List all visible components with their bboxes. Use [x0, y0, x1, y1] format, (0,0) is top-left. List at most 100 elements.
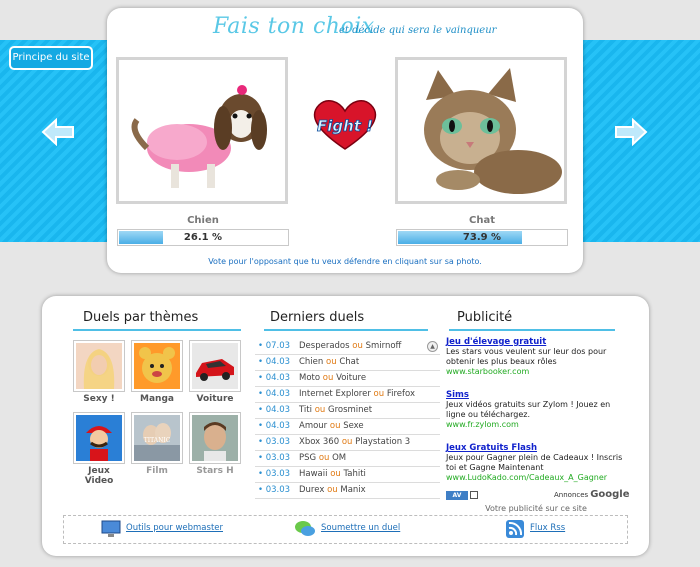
dog-photo[interactable]	[116, 57, 288, 204]
content-panel: Duels par thèmes Derniers duels Publicit…	[42, 296, 649, 556]
duel-option-a: Chien	[299, 357, 324, 367]
duel-separator: ou	[322, 373, 334, 383]
next-arrow-icon[interactable]	[614, 118, 648, 146]
theme-sexy-label: Sexy !	[83, 394, 115, 404]
cat-photo[interactable]	[395, 57, 567, 204]
ads-promo-link[interactable]: Votre publicité sur ce site	[446, 504, 626, 513]
duel-date: • 03.03	[258, 469, 291, 479]
fight-heart-icon: Fight !	[313, 100, 377, 150]
duel-title[interactable]: Amour ou Sexe	[299, 419, 364, 434]
ad-title[interactable]: Jeu d'élevage gratuit	[446, 337, 626, 347]
duel-title[interactable]: Chien ou Chat	[299, 355, 359, 370]
ad-title[interactable]: Jeux Gratuits Flash	[446, 443, 626, 453]
duel-separator: ou	[314, 405, 326, 415]
right-vote-bar: 73.9 %	[396, 229, 568, 246]
ad-body: Les stars vous veulent sur leur dos pour…	[446, 347, 607, 366]
duel-option-b: Chat	[339, 357, 360, 367]
ad-info-icon[interactable]	[470, 491, 478, 499]
duel-row[interactable]: • 04.03 Moto ou Voiture	[255, 371, 440, 387]
submit-duel-link[interactable]: Soumettre un duel	[321, 523, 400, 533]
duel-title[interactable]: PSG ou OM	[299, 451, 346, 466]
duel-option-a: PSG	[299, 453, 317, 463]
duel-separator: ou	[373, 389, 385, 399]
theme-voiture-label: Voiture	[196, 394, 234, 404]
duel-date: • 04.03	[258, 405, 291, 415]
ad-item[interactable]: Jeu d'élevage gratuit Les stars vous veu…	[446, 337, 626, 377]
duel-title[interactable]: Titi ou Grosminet	[299, 403, 372, 418]
duel-separator: ou	[341, 437, 353, 447]
duel-date: • 03.03	[258, 485, 291, 495]
rss-icon	[506, 520, 524, 538]
theme-jeux-video[interactable]: Jeux Video	[73, 412, 125, 486]
principe-button[interactable]: Principe du site	[9, 46, 93, 70]
duel-row[interactable]: • 03.03 Durex ou Manix	[255, 483, 440, 499]
duel-option-a: Titi	[299, 405, 312, 415]
duel-option-b: Firefox	[386, 389, 415, 399]
theme-film[interactable]: TITANIC Film	[131, 412, 183, 476]
theme-stars-h[interactable]: Stars H	[189, 412, 241, 476]
ads-by-google[interactable]: Annonces Google	[554, 489, 630, 500]
duel-date: • 03.03	[258, 437, 291, 447]
duel-date: • 04.03	[258, 389, 291, 399]
duel-title[interactable]: Desperados ou Smirnoff	[299, 339, 401, 354]
ad-item[interactable]: Jeux Gratuits Flash Jeux pour Gagner ple…	[446, 443, 626, 483]
duel-separator: ou	[352, 341, 363, 351]
duel-separator: ou	[327, 485, 338, 495]
duels-heading: Derniers duels	[264, 310, 428, 331]
previous-arrow-icon[interactable]	[41, 118, 75, 146]
rss-feed-link[interactable]: Flux Rss	[530, 523, 565, 533]
duel-row[interactable]: • 03.03 PSG ou OM	[255, 451, 440, 467]
ad-title[interactable]: Sims	[446, 390, 626, 400]
theme-sexy-thumb	[73, 340, 125, 392]
duel-row[interactable]: • 04.03 Internet Explorer ou Firefox	[255, 387, 440, 403]
footer-links: Outils pour webmaster Soumettre un duel …	[63, 515, 628, 544]
duel-date: • 04.03	[258, 373, 291, 383]
ads-heading: Publicité	[449, 310, 615, 331]
theme-manga-label: Manga	[140, 394, 174, 404]
duel-title[interactable]: Durex ou Manix	[299, 483, 366, 498]
duel-title[interactable]: Internet Explorer ou Firefox	[299, 387, 415, 402]
duel-separator: ou	[326, 357, 337, 367]
theme-jeux-video-label: Jeux Video	[84, 466, 114, 486]
ad-url[interactable]: www.LudoKado.com/Cadeaux_A_Gagner	[446, 473, 626, 483]
duel-option-a: Durex	[299, 485, 325, 495]
duel-option-a: Amour	[299, 421, 328, 431]
svg-text:TITANIC: TITANIC	[144, 437, 171, 444]
theme-stars-h-label: Stars H	[196, 466, 234, 476]
duel-option-b: Manix	[340, 485, 366, 495]
duel-separator: ou	[330, 469, 341, 479]
ad-url[interactable]: www.starbooker.com	[446, 367, 626, 377]
theme-voiture[interactable]: Voiture	[189, 340, 241, 404]
duel-title[interactable]: Xbox 360 ou Playstation 3	[299, 435, 410, 450]
duel-title[interactable]: Moto ou Voiture	[299, 371, 366, 386]
dog-image	[119, 60, 285, 201]
duel-row[interactable]: • 04.03 Amour ou Sexe	[255, 419, 440, 435]
duel-date: • 07.03	[258, 341, 291, 351]
theme-sexy[interactable]: Sexy !	[73, 340, 125, 404]
duel-separator: ou	[329, 421, 341, 431]
duel-title[interactable]: Hawaii ou Tahiti	[299, 467, 366, 482]
fight-label: Fight !	[317, 117, 373, 135]
webmaster-tools-link[interactable]: Outils pour webmaster	[126, 523, 223, 533]
duel-row[interactable]: • 03.03 Xbox 360 ou Playstation 3	[255, 435, 440, 451]
ad-body: Jeux pour Gagner plein de Cadeaux ! Insc…	[446, 453, 623, 472]
right-vote-percent: 73.9 %	[462, 232, 502, 243]
duel-separator: ou	[318, 453, 330, 463]
duel-row[interactable]: • 03.03 Hawaii ou Tahiti	[255, 467, 440, 483]
themes-heading: Duels par thèmes	[73, 310, 241, 331]
duel-option-b: Sexe	[343, 421, 364, 431]
theme-film-label: Film	[146, 466, 168, 476]
monitor-icon	[101, 520, 121, 537]
duel-row[interactable]: • 07.03 Desperados ou Smirnoff	[255, 339, 440, 355]
ad-item[interactable]: Sims Jeux vidéos gratuits sur Zylom ! Jo…	[446, 390, 626, 430]
ad-url[interactable]: www.fr.zylom.com	[446, 420, 626, 430]
google-logo: Google	[590, 489, 630, 500]
ad-choices-icon[interactable]: AV	[446, 491, 468, 500]
theme-voiture-thumb	[189, 340, 241, 392]
duel-row[interactable]: • 04.03 Titi ou Grosminet	[255, 403, 440, 419]
theme-manga[interactable]: Manga	[131, 340, 183, 404]
duel-row[interactable]: • 04.03 Chien ou Chat	[255, 355, 440, 371]
duel-option-b: OM	[332, 453, 347, 463]
theme-stars-h-thumb	[189, 412, 241, 464]
duel-date: • 04.03	[258, 421, 291, 431]
